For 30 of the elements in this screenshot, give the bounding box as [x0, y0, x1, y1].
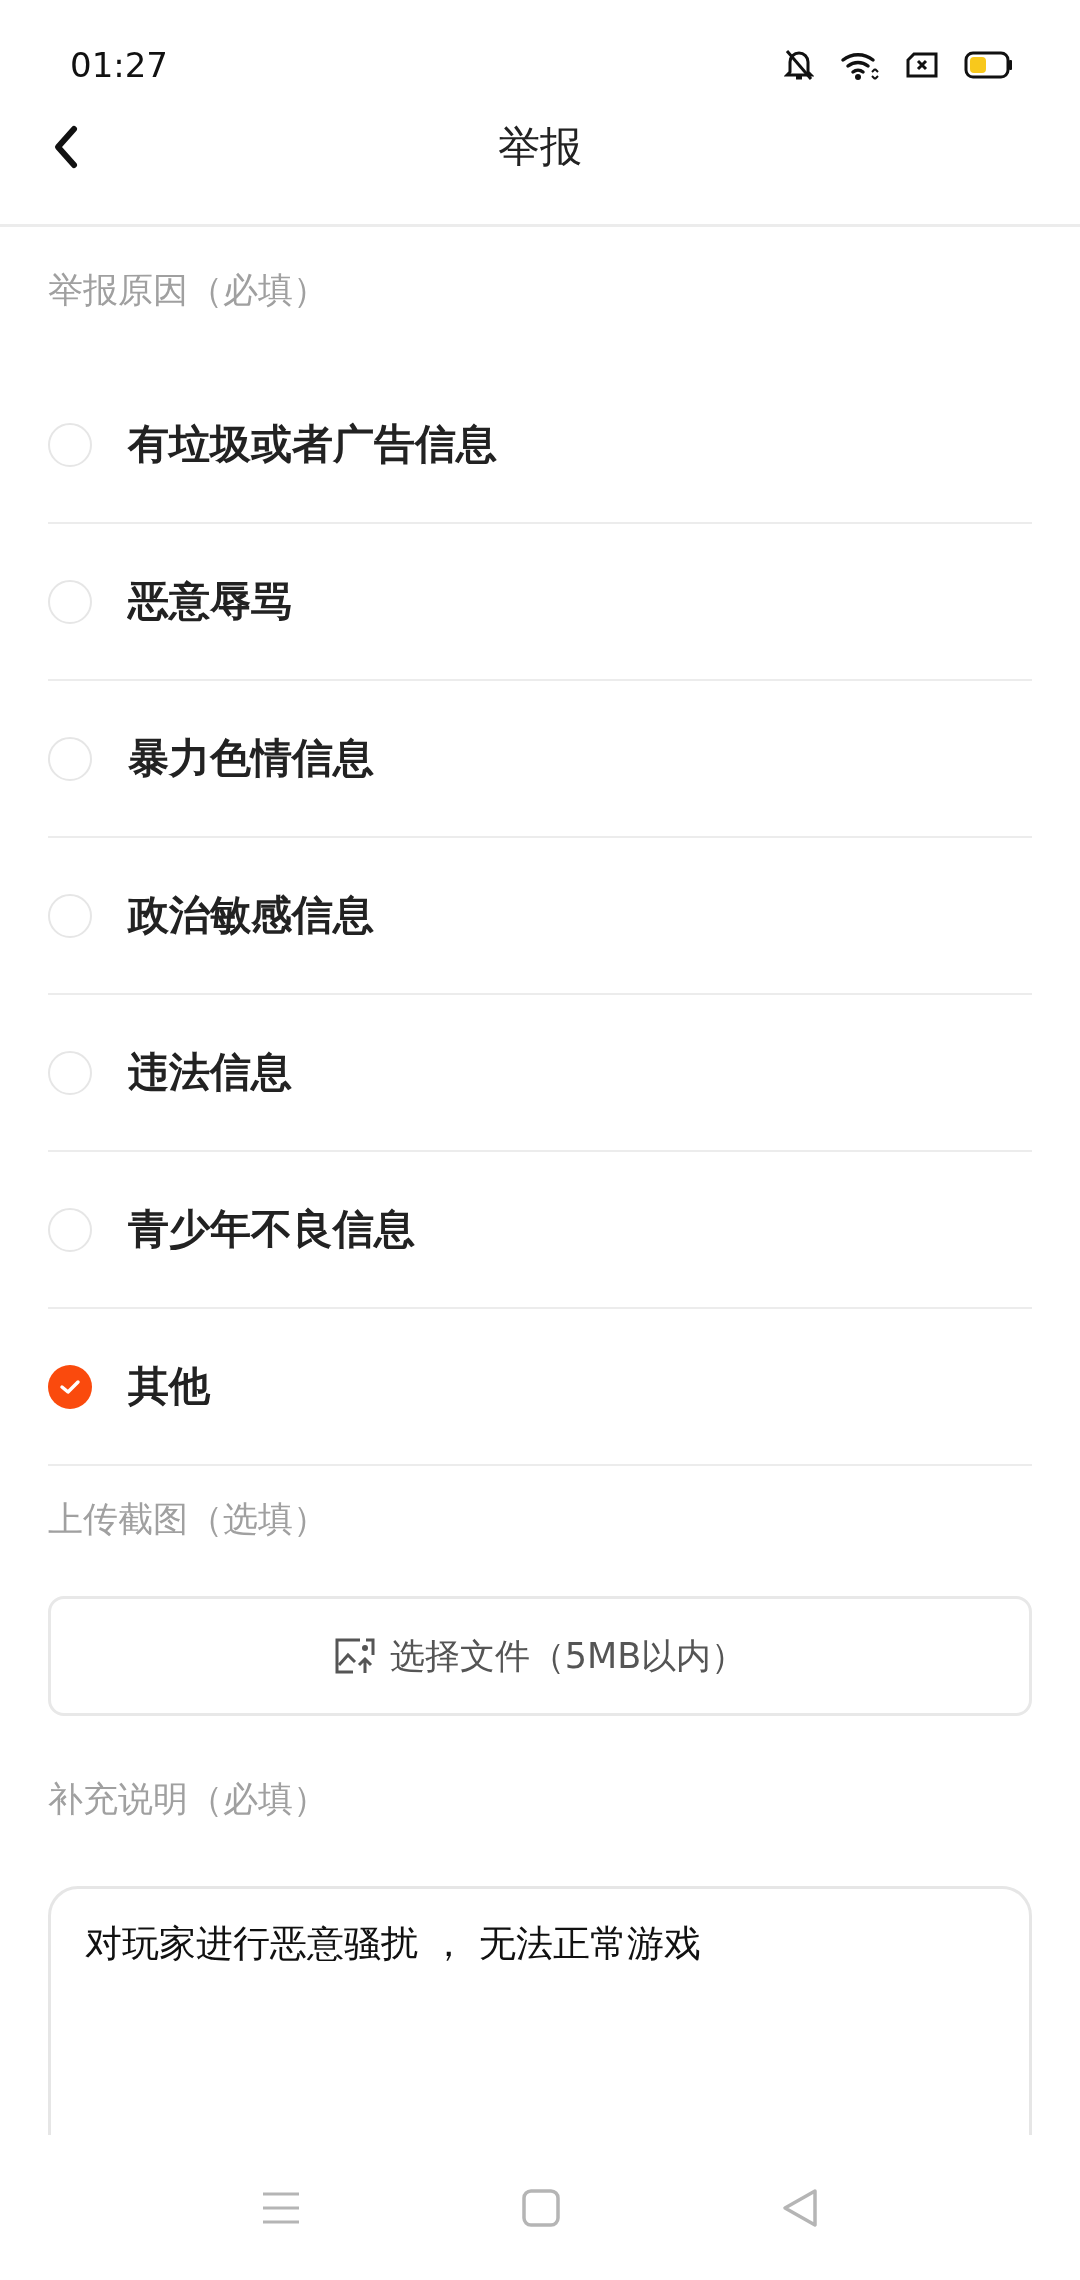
sim-card-icon	[906, 52, 938, 78]
page-title: 举报	[498, 121, 582, 173]
upload-button[interactable]: 选择文件（5MB以内）	[48, 1596, 1032, 1716]
back-triangle-icon[interactable]	[781, 2186, 820, 2229]
home-square-icon[interactable]	[522, 2188, 560, 2227]
check-icon	[59, 1378, 81, 1395]
option-label[interactable]: 青少年不良信息	[128, 1202, 415, 1257]
description-field[interactable]: 对玩家进行恶意骚扰 ， 无法正常游戏	[48, 1886, 1032, 2135]
radio-button[interactable]	[48, 1207, 92, 1252]
section-label: 上传截图（选填）	[48, 1498, 329, 1541]
radio-button[interactable]	[48, 736, 92, 781]
section-label: 补充说明（必填）	[48, 1778, 329, 1821]
radio-button[interactable]	[48, 422, 92, 467]
option-label[interactable]: 违法信息	[128, 1045, 292, 1100]
option-label[interactable]: 恶意辱骂	[128, 574, 292, 629]
bell-muted-icon	[784, 48, 814, 82]
option-label[interactable]: 有垃圾或者广告信息	[128, 417, 497, 472]
back-icon[interactable]	[52, 124, 80, 170]
radio-button[interactable]	[48, 579, 92, 624]
option-label[interactable]: 政治敏感信息	[128, 888, 374, 943]
radio-button[interactable]	[48, 1364, 92, 1409]
battery-icon	[964, 51, 1014, 79]
image-upload-icon	[333, 1637, 376, 1675]
radio-button[interactable]	[48, 1050, 92, 1095]
option-label[interactable]: 其他	[128, 1359, 210, 1414]
menu-icon[interactable]	[260, 2190, 301, 2225]
section-label: 举报原因（必填）	[48, 269, 329, 312]
status-time: 01:27	[70, 45, 168, 85]
radio-button[interactable]	[48, 893, 92, 938]
option-label[interactable]: 暴力色情信息	[128, 731, 374, 786]
